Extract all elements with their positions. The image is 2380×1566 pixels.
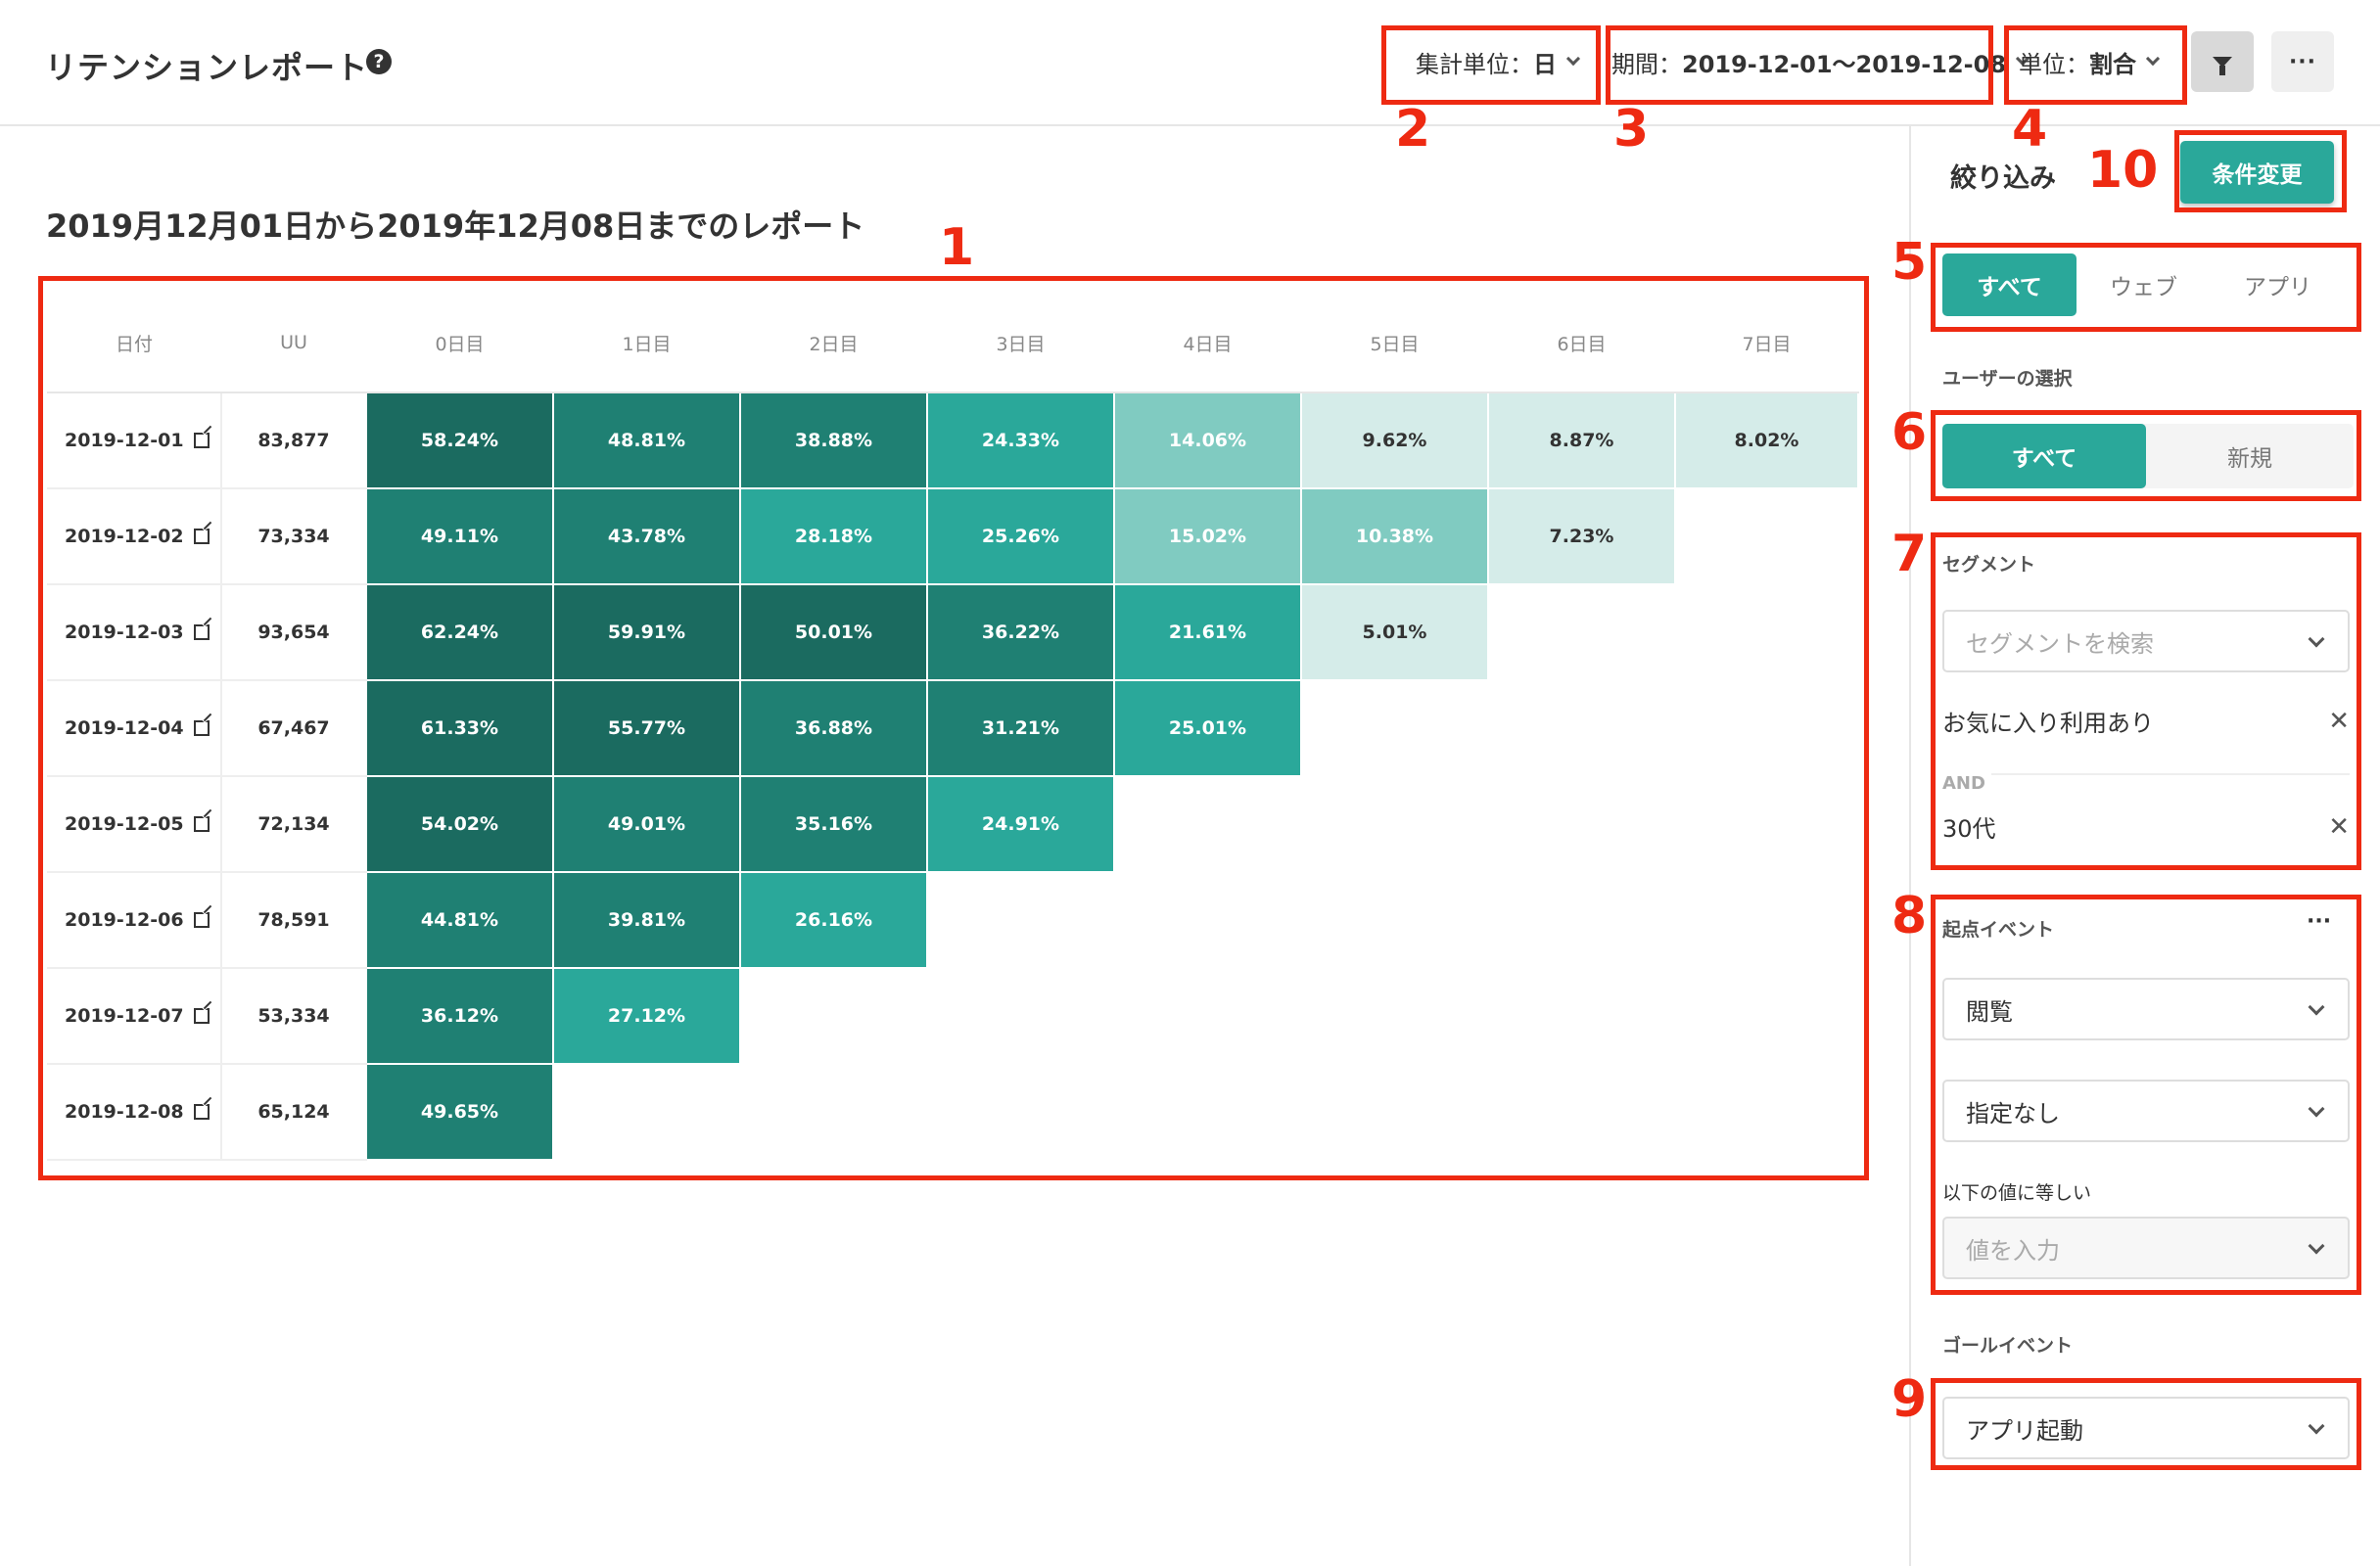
user-select-label: ユーザーの選択 bbox=[1942, 368, 2073, 390]
annotation-number-9: 9 bbox=[1891, 1370, 1928, 1429]
annotation-number-10: 10 bbox=[2087, 141, 2159, 200]
annotation-box-8 bbox=[1931, 895, 2361, 1295]
annotation-box-9 bbox=[1931, 1378, 2361, 1470]
filter-button[interactable] bbox=[2191, 31, 2254, 92]
more-icon: ··· bbox=[2288, 49, 2317, 74]
annotation-box-1 bbox=[38, 276, 1869, 1180]
filter-heading: 絞り込み bbox=[1950, 163, 2056, 194]
help-icon[interactable]: ? bbox=[366, 49, 392, 74]
page-title: リテンションレポート bbox=[45, 49, 369, 86]
annotation-number-7: 7 bbox=[1891, 525, 1928, 583]
annotation-number-2: 2 bbox=[1395, 100, 1431, 159]
annotation-number-3: 3 bbox=[1613, 100, 1650, 159]
annotation-number-5: 5 bbox=[1891, 233, 1928, 292]
annotation-box-7 bbox=[1931, 532, 2361, 870]
more-button[interactable]: ··· bbox=[2271, 31, 2334, 92]
annotation-number-4: 4 bbox=[2012, 100, 2048, 159]
annotation-box-10 bbox=[2174, 130, 2347, 212]
goal-event-label: ゴールイベント bbox=[1942, 1335, 2074, 1357]
annotation-number-8: 8 bbox=[1891, 887, 1928, 945]
annotation-box-2 bbox=[1381, 25, 1601, 105]
annotation-box-5 bbox=[1931, 243, 2361, 332]
annotation-box-6 bbox=[1931, 410, 2361, 501]
annotation-box-3 bbox=[1606, 25, 1993, 105]
annotation-number-1: 1 bbox=[939, 218, 975, 277]
report-title: 2019月12月01日から2019年12月08日までのレポート bbox=[46, 207, 865, 245]
annotation-number-6: 6 bbox=[1891, 403, 1928, 462]
filter-icon bbox=[2213, 56, 2232, 75]
annotation-box-4 bbox=[2004, 25, 2187, 105]
